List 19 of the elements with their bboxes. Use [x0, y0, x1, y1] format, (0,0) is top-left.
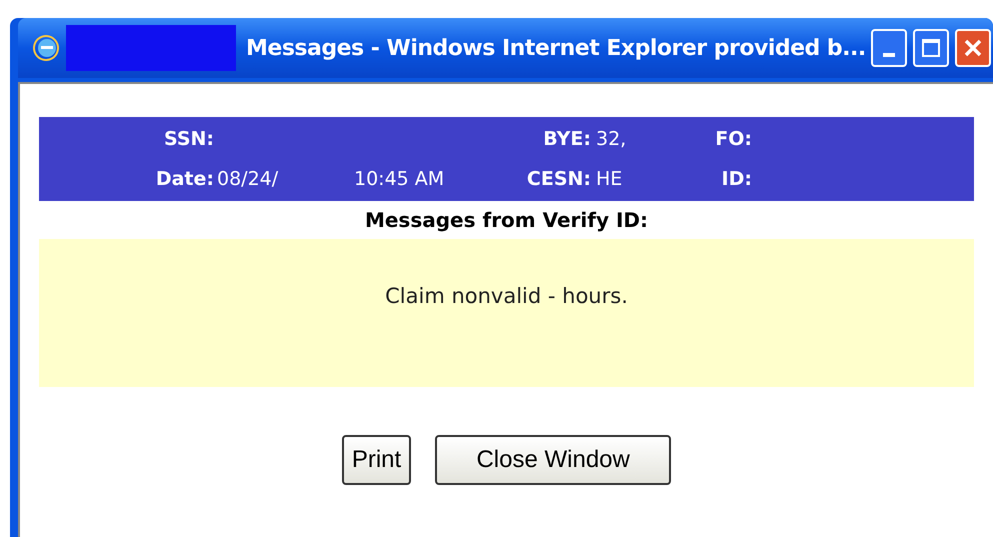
field-value: HE [596, 168, 622, 190]
time-value: 10:45 AM [354, 168, 444, 190]
field-label: Date: [156, 166, 214, 192]
field-label: SSN: [164, 126, 214, 152]
field-value: 32, [596, 128, 626, 150]
field-value: 08/24/ [217, 168, 278, 190]
field-label: BYE: [543, 126, 591, 152]
field-label: CESN: [526, 166, 591, 192]
close-button[interactable] [955, 29, 991, 67]
maximize-button[interactable] [913, 29, 949, 67]
close-window-button[interactable]: Close Window [435, 435, 672, 485]
minimize-button[interactable] [871, 29, 907, 67]
close-icon [963, 38, 983, 58]
print-button[interactable]: Print [342, 435, 412, 485]
window-title: Messages - Windows Internet Explorer provided b... [246, 34, 866, 62]
field-label: ID: [722, 166, 752, 192]
field-label: FO: [715, 126, 752, 152]
message-text: Claim nonvalid - hours. [385, 283, 628, 310]
section-title: Messages from Verify ID: [364, 207, 648, 234]
